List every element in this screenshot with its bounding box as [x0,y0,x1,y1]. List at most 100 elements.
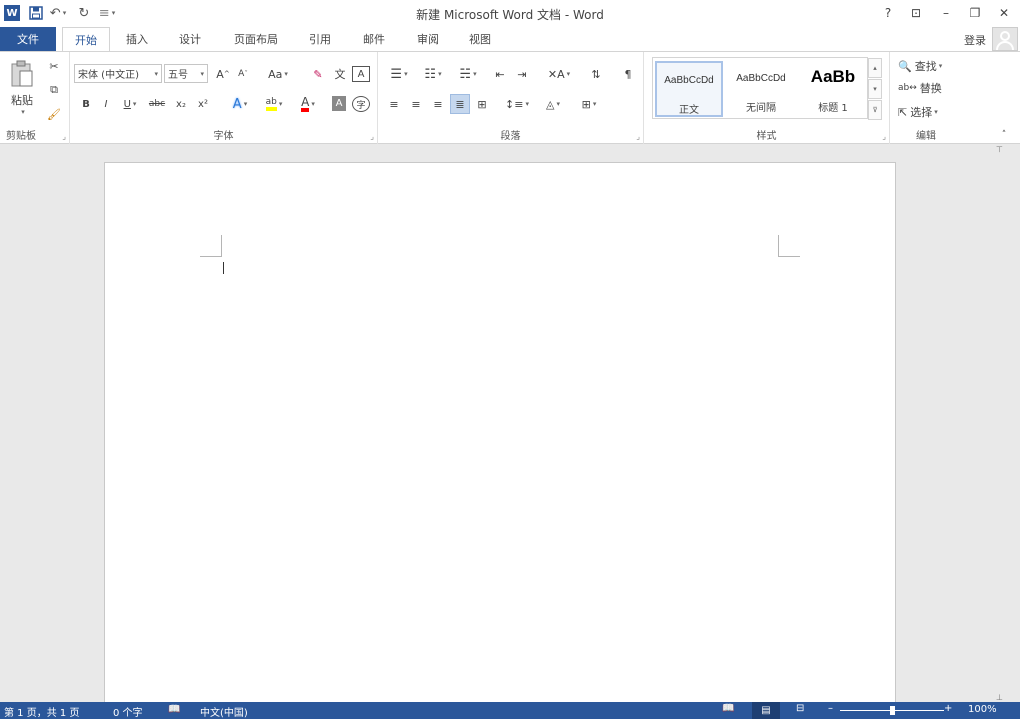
character-shading-button[interactable]: A [332,96,346,111]
find-dropdown-icon[interactable]: ▾ [939,62,943,70]
zoom-slider-thumb[interactable] [889,706,895,715]
multilevel-list-button[interactable]: ☵ ▾ [452,64,484,84]
tab-references[interactable]: 引用 [296,27,344,51]
distributed-icon[interactable]: ⊞ [472,94,492,114]
subscript-button[interactable]: x₂ [172,94,190,114]
line-spacing-button[interactable]: ↕≡ ▾ [502,94,532,114]
grow-font-button[interactable]: A ^ [214,64,232,84]
zoom-level[interactable]: 100% [968,704,997,715]
underline-button[interactable]: U ▾ [118,94,142,114]
font-size-dropdown-icon[interactable]: ▾ [200,70,204,78]
status-bar: 第 1 页，共 1 页 0 个字 📖 中文(中国) 📖 ▤ ⊟ – + 100% [0,702,1020,719]
numbering-button[interactable]: ☷ ▾ [418,64,448,84]
text-effects-button[interactable]: A ▾ [226,94,254,114]
user-avatar-icon[interactable] [992,27,1018,51]
find-button[interactable]: 🔍 查找 ▾ [898,56,960,76]
tab-insert[interactable]: 插入 [114,27,160,51]
gallery-scroll-up-icon[interactable]: ▴ [868,58,882,78]
italic-button[interactable]: I [98,94,114,114]
gallery-scroll-down-icon[interactable]: ▾ [868,79,882,99]
gallery-more-icon[interactable]: ⊽ [868,100,882,120]
borders-icon: ⊞ [581,97,591,111]
font-color-icon: A [301,96,310,112]
minimize-icon[interactable]: – [932,3,960,23]
print-layout-icon[interactable]: ▤ [752,702,780,719]
clipboard-dialog-launcher-icon[interactable]: ⌟ [62,132,66,141]
copy-icon[interactable]: ⧉ [44,80,64,100]
styles-dialog-launcher-icon[interactable]: ⌟ [882,132,886,141]
zoom-in-icon[interactable]: + [944,703,952,714]
bold-button[interactable]: B [78,94,94,114]
page-count[interactable]: 第 1 页，共 1 页 [4,704,79,719]
show-formatting-marks-icon[interactable]: ¶ [618,64,638,84]
style-normal-name: 正文 [679,105,699,116]
font-name-dropdown-icon[interactable]: ▾ [154,70,158,78]
align-center-icon[interactable]: ≡ [406,94,426,114]
tab-mailings[interactable]: 邮件 [350,27,398,51]
chinese-layout-button[interactable]: ✕A ▾ [544,64,574,84]
read-mode-icon[interactable]: 📖 [722,703,734,714]
strikethrough-button[interactable]: abc [146,94,168,114]
shading-button[interactable]: ◬ ▾ [538,94,568,114]
phonetic-guide-icon[interactable]: 文 [330,64,350,84]
superscript-button[interactable]: x² [194,94,212,114]
cut-icon[interactable]: ✂ [44,56,64,76]
align-left-icon[interactable]: ≡ [384,94,404,114]
tab-design[interactable]: 设计 [166,27,214,51]
sign-in-link[interactable]: 登录 [964,32,986,48]
tab-view[interactable]: 视图 [456,27,504,51]
paste-button[interactable]: 粘贴 ▾ [4,58,40,118]
font-dialog-launcher-icon[interactable]: ⌟ [370,132,374,141]
font-size-combo[interactable]: 五号 ▾ [164,64,208,83]
document-page[interactable] [104,162,896,707]
window-title: 新建 Microsoft Word 文档 - Word [416,8,604,22]
paragraph-dialog-launcher-icon[interactable]: ⌟ [636,132,640,141]
style-heading-1[interactable]: AaBb 标题 1 [799,61,867,117]
close-icon[interactable]: ✕ [990,3,1018,23]
proofing-icon[interactable]: 📖 [168,704,180,715]
select-dropdown-icon[interactable]: ▾ [934,108,938,116]
paste-icon [11,60,33,87]
justify-icon[interactable]: ≣ [450,94,470,114]
zoom-out-icon[interactable]: – [828,703,833,714]
increase-indent-icon[interactable]: ⇥ [512,64,532,84]
replace-button[interactable]: ab↔ 替换 [898,78,960,98]
paste-dropdown-icon[interactable]: ▾ [21,108,25,116]
word-count[interactable]: 0 个字 [113,704,143,719]
shrink-font-button[interactable]: Aˇ [234,64,252,84]
select-label: 选择 [910,106,933,119]
character-border-icon[interactable]: A [352,66,370,82]
change-case-button[interactable]: Aa ▾ [264,64,292,84]
paragraph-group: ☰ ▾ ☷ ▾ ☵ ▾ ⇤ ⇥ ✕A ▾ ⇅ ¶ ≡ ≡ ≡ ≣ ⊞ ↕≡ ▾ ◬ ▾ ⊞ ▾… [378,52,644,144]
borders-button[interactable]: ⊞ ▾ [574,94,604,114]
select-button[interactable]: ⇱ 选择 ▾ [898,102,960,122]
font-color-button[interactable]: A ▾ [294,94,322,114]
language-indicator[interactable]: 中文(中国) [200,704,248,719]
decrease-indent-icon[interactable]: ⇤ [490,64,510,84]
tab-home[interactable]: 开始 [62,27,110,51]
ribbon-display-options-icon[interactable]: ⊡ [902,3,930,23]
help-icon[interactable]: ? [874,3,902,23]
collapse-ribbon-icon[interactable]: ˄ [996,128,1012,142]
ruler-toggle-icon[interactable]: ⊤ [996,145,1003,154]
font-name-combo[interactable]: 宋体 (中文正) ▾ [74,64,162,83]
format-painter-icon[interactable]: 🖌 [44,104,64,124]
enclose-characters-button[interactable]: 字 [352,96,370,112]
align-right-icon[interactable]: ≡ [428,94,448,114]
style-heading-1-sample: AaBb [810,67,856,86]
underline-icon: U [123,98,131,110]
editing-group-label: 编辑 [916,131,936,142]
document-area: ⊤ ⊥ [0,145,1020,707]
highlight-button[interactable]: ab ▾ [260,94,288,114]
clear-formatting-icon[interactable]: ✎ [308,64,328,84]
tab-file[interactable]: 文件 [0,27,56,51]
style-no-spacing[interactable]: AaBbCcDd 无间隔 [727,61,795,117]
tab-review[interactable]: 审阅 [404,27,452,51]
tab-page-layout[interactable]: 页面布局 [222,27,290,51]
replace-icon: ab↔ [898,83,917,93]
bullets-button[interactable]: ☰ ▾ [384,64,414,84]
style-normal[interactable]: AaBbCcDd 正文 [655,61,723,117]
web-layout-icon[interactable]: ⊟ [796,703,804,714]
restore-icon[interactable]: ❐ [961,3,989,23]
sort-icon[interactable]: ⇅ [586,64,606,84]
